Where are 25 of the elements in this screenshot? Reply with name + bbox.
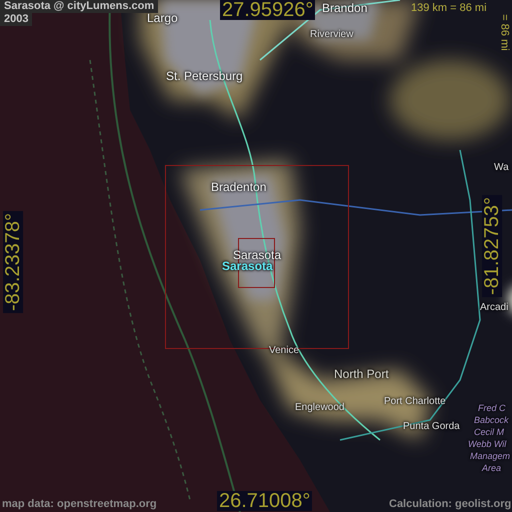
place-label: Managem xyxy=(470,452,510,461)
place-label: Port Charlotte xyxy=(384,397,446,407)
place-label: Largo xyxy=(147,12,178,24)
place-label: Webb Wil xyxy=(468,440,506,449)
place-label: Punta Gorda xyxy=(403,422,460,432)
place-label: Cecil M xyxy=(474,428,504,437)
calculation-credit: Calculation: geolist.org xyxy=(389,499,512,510)
place-label: Babcock xyxy=(474,416,509,425)
south-latitude: 26.71008° xyxy=(217,491,312,511)
place-label: Englewood xyxy=(295,403,344,413)
east-longitude: -81.82753° xyxy=(482,194,502,298)
west-longitude: -83.23378° xyxy=(3,210,24,314)
place-label: Arcadi xyxy=(480,303,508,313)
place-label: Venice xyxy=(269,346,300,356)
map-title: Sarasota @ cityLumens.com xyxy=(0,0,158,13)
north-latitude: 27.95926° xyxy=(220,0,316,20)
map-data-credit: map data: openstreetmap.org xyxy=(2,499,157,510)
vertical-scale-label: = 86 mi xyxy=(498,14,510,51)
scale-label: 139 km = 86 mi xyxy=(411,3,487,14)
place-label: North Port xyxy=(334,368,389,380)
year-label: 2003 xyxy=(0,13,32,26)
place-label: Riverview xyxy=(310,30,354,40)
place-label: Wa xyxy=(494,163,509,173)
place-label: Fred C xyxy=(478,404,506,413)
place-label: Area xyxy=(482,464,502,473)
